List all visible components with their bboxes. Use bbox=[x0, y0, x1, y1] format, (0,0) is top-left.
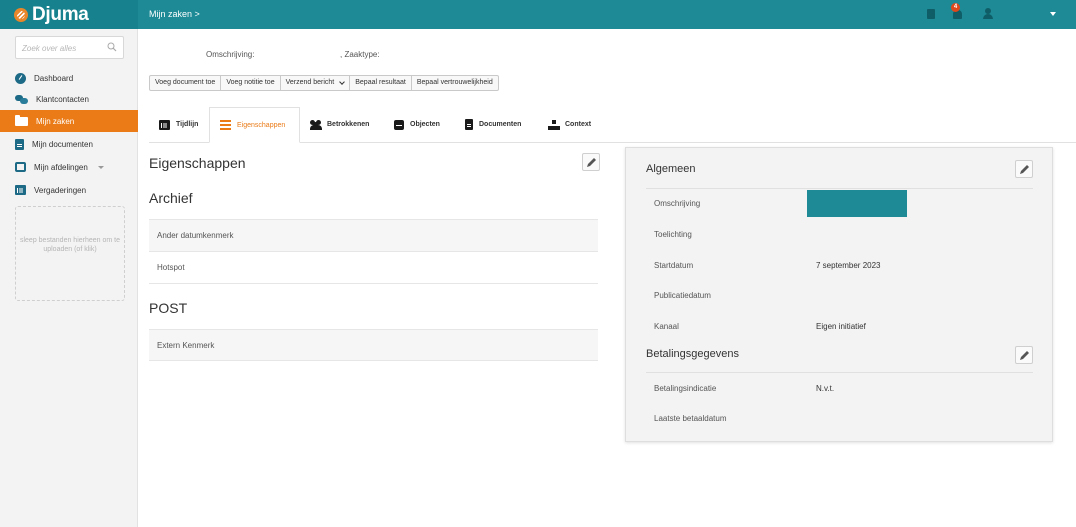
chat-icon bbox=[15, 94, 28, 105]
breadcrumb[interactable]: Mijn zaken > bbox=[149, 9, 200, 19]
divider bbox=[646, 372, 1033, 373]
sidebar-item-label: Dashboard bbox=[34, 73, 74, 83]
add-document-button[interactable]: Voeg document toe bbox=[150, 76, 222, 90]
chevron-down-icon[interactable] bbox=[1050, 12, 1056, 16]
cube-icon bbox=[394, 119, 404, 130]
sidebar-item-mijn-afdelingen[interactable]: Mijn afdelingen bbox=[0, 156, 138, 178]
set-result-button[interactable]: Bepaal resultaat bbox=[350, 76, 412, 90]
tab-context[interactable]: Context bbox=[538, 107, 608, 142]
tab-tijdlijn[interactable]: Tijdlijn bbox=[149, 107, 211, 142]
page-title: Eigenschappen bbox=[149, 155, 246, 171]
document-icon bbox=[15, 138, 24, 150]
sidebar-item-label: Vergaderingen bbox=[34, 185, 87, 195]
top-bar: Djuma Mijn zaken > 4 bbox=[0, 0, 1076, 29]
logo-icon bbox=[14, 7, 28, 22]
sidebar-item-mijn-zaken[interactable]: Mijn zaken bbox=[0, 110, 138, 132]
calendar-icon bbox=[159, 119, 170, 130]
user-icon[interactable] bbox=[983, 8, 993, 19]
edit-algemeen-button[interactable] bbox=[1015, 160, 1033, 178]
set-confidentiality-button[interactable]: Bepaal vertrouwelijkheid bbox=[412, 76, 498, 90]
tab-objecten[interactable]: Objecten bbox=[384, 107, 454, 142]
field-value: N.v.t. bbox=[816, 384, 835, 393]
property-row[interactable]: Ander datumkenmerk bbox=[149, 219, 598, 251]
details-panel: Algemeen Omschrijving Toelichting Startd… bbox=[625, 147, 1053, 442]
field-value: Eigen initiatief bbox=[816, 322, 866, 331]
action-toolbar: Voeg document toe Voeg notitie toe Verze… bbox=[149, 75, 499, 91]
brand-name: Djuma bbox=[32, 3, 89, 25]
property-row[interactable]: Hotspot bbox=[149, 251, 598, 283]
edit-betaling-button[interactable] bbox=[1015, 346, 1033, 364]
dropzone-text: sleep bestanden hierheen om te uploaden … bbox=[19, 237, 121, 253]
edit-eigenschappen-button[interactable] bbox=[582, 153, 600, 171]
tab-betrokkenen[interactable]: Betrokkenen bbox=[300, 107, 383, 142]
sidebar: Zoek over alles Dashboard Klantcontacten… bbox=[0, 29, 138, 527]
brand-logo[interactable]: Djuma bbox=[0, 0, 138, 29]
field-label: Betalingsindicatie bbox=[654, 384, 717, 393]
sidebar-item-dashboard[interactable]: Dashboard bbox=[0, 67, 138, 89]
sidebar-item-vergaderingen[interactable]: Vergaderingen bbox=[0, 179, 138, 201]
field-label: Laatste betaaldatum bbox=[654, 414, 727, 423]
field-label: Toelichting bbox=[654, 230, 692, 239]
zaaktype-label: , Zaaktype: bbox=[340, 50, 380, 59]
sidebar-item-label: Mijn documenten bbox=[32, 139, 93, 149]
field-label: Omschrijving bbox=[654, 199, 701, 208]
divider bbox=[149, 360, 598, 361]
sidebar-item-label: Mijn afdelingen bbox=[34, 162, 88, 172]
book-icon[interactable] bbox=[927, 9, 935, 19]
dashboard-icon bbox=[15, 72, 26, 84]
pencil-icon bbox=[587, 158, 596, 167]
field-label: Publicatiedatum bbox=[654, 291, 711, 300]
sidebar-item-mijn-documenten[interactable]: Mijn documenten bbox=[0, 133, 138, 155]
property-row[interactable]: Extern Kenmerk bbox=[149, 329, 598, 361]
send-message-button[interactable]: Verzend bericht bbox=[281, 76, 351, 90]
section-title-post: POST bbox=[149, 300, 188, 316]
pencil-icon bbox=[1020, 165, 1029, 174]
divider bbox=[149, 283, 598, 284]
inbox-icon bbox=[15, 162, 26, 172]
chevron-down-icon[interactable] bbox=[97, 165, 104, 169]
add-note-button[interactable]: Voeg notitie toe bbox=[221, 76, 281, 90]
list-icon bbox=[220, 120, 231, 130]
notification-badge[interactable]: 4 bbox=[951, 3, 960, 12]
sitemap-icon bbox=[548, 119, 559, 130]
people-icon bbox=[310, 119, 322, 130]
chevron-down-icon bbox=[339, 78, 346, 85]
folder-icon bbox=[15, 115, 28, 126]
calendar-icon bbox=[15, 185, 26, 195]
document-icon bbox=[465, 119, 473, 130]
search-placeholder: Zoek over alles bbox=[22, 44, 77, 53]
search-input[interactable]: Zoek over alles bbox=[15, 36, 124, 59]
file-dropzone[interactable]: sleep bestanden hierheen om te uploaden … bbox=[15, 206, 125, 301]
field-value: 7 september 2023 bbox=[816, 261, 881, 270]
panel-title-betalingsgegevens: Betalingsgegevens bbox=[646, 348, 739, 360]
search-icon[interactable] bbox=[107, 42, 117, 52]
tab-eigenschappen[interactable]: Eigenschappen bbox=[209, 107, 300, 143]
section-title-archief: Archief bbox=[149, 190, 193, 206]
omschrijving-value[interactable] bbox=[807, 190, 907, 217]
field-label: Kanaal bbox=[654, 322, 679, 331]
divider bbox=[646, 188, 1033, 189]
sidebar-item-klantcontacten[interactable]: Klantcontacten bbox=[0, 88, 138, 110]
sidebar-item-label: Klantcontacten bbox=[36, 94, 89, 104]
omschrijving-label: Omschrijving: bbox=[206, 50, 255, 59]
pencil-icon bbox=[1020, 351, 1029, 360]
field-label: Startdatum bbox=[654, 261, 694, 270]
panel-title-algemeen: Algemeen bbox=[646, 163, 696, 175]
sidebar-item-label: Mijn zaken bbox=[36, 116, 75, 126]
tab-documenten[interactable]: Documenten bbox=[455, 107, 538, 142]
